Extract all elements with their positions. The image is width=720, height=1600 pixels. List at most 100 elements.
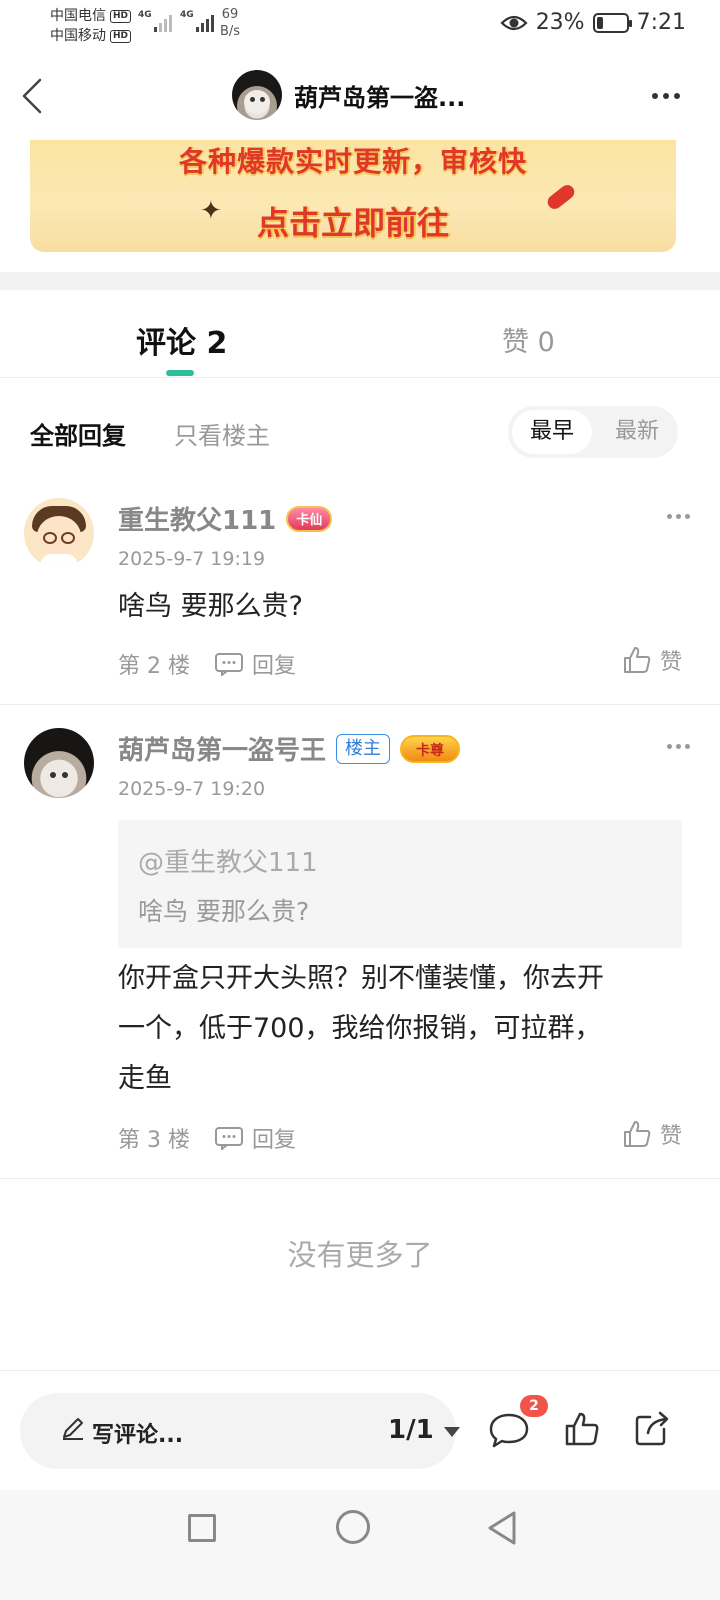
nav-back-button[interactable] bbox=[486, 1510, 518, 1546]
home-button[interactable] bbox=[336, 1510, 370, 1544]
write-comment-input[interactable]: 写评论... 1/1 bbox=[20, 1393, 460, 1469]
caret-down-icon[interactable] bbox=[444, 1427, 460, 1437]
tab-bar: 评论 2 赞 0 bbox=[0, 290, 720, 378]
comment-item: 重生教父111 卡仙 2025-9-7 19:19 啥鸟 要那么贵? 第 2 楼… bbox=[0, 498, 720, 704]
more-dot-icon bbox=[674, 93, 680, 99]
comment-count-badge: 2 bbox=[520, 1395, 548, 1417]
reply-button[interactable]: 回复 bbox=[214, 1122, 296, 1154]
more-dot-icon bbox=[685, 744, 690, 749]
signal-icon-2: 4G bbox=[180, 10, 214, 34]
eye-icon bbox=[500, 15, 528, 30]
owner-badge: 楼主 bbox=[336, 733, 391, 764]
sort-toggle: 最早 最新 bbox=[508, 406, 678, 458]
comment-text-line: 一个，低于700，我给你报销，可拉群， bbox=[118, 1013, 602, 1044]
like-button[interactable]: 赞 bbox=[622, 1118, 682, 1150]
banner-cta[interactable]: 点击立即前往 bbox=[30, 198, 676, 244]
comment-bubble-icon[interactable] bbox=[488, 1411, 530, 1451]
more-dot-icon bbox=[685, 514, 690, 519]
system-nav-bar bbox=[0, 1490, 720, 1600]
sort-newest-button[interactable]: 最新 bbox=[600, 410, 674, 454]
tab-comments[interactable]: 评论 2 bbox=[136, 318, 227, 362]
quoted-reply[interactable]: @重生教父111 啥鸟 要那么贵? bbox=[118, 820, 682, 948]
comment-text-line: 你开盒只开大头照？别不懂装懂，你去开 bbox=[118, 963, 604, 994]
level-badge: 卡尊 bbox=[400, 734, 461, 763]
more-dot-icon bbox=[663, 93, 669, 99]
comment-time: 2025-9-7 19:20 bbox=[118, 778, 266, 800]
more-options-button[interactable] bbox=[652, 84, 692, 108]
header-user[interactable]: 葫芦岛第一盗... bbox=[232, 70, 465, 120]
reply-label: 回复 bbox=[251, 1128, 296, 1153]
thumbs-up-icon bbox=[623, 1121, 651, 1147]
sort-earliest-button[interactable]: 最早 bbox=[512, 410, 592, 454]
banner-headline: 各种爆款实时更新，审核快 bbox=[178, 145, 527, 178]
more-dot-icon bbox=[652, 93, 658, 99]
comment-text: 你开盒只开大头照？别不懂装懂，你去开 一个，低于700，我给你报销，可拉群， 走… bbox=[118, 954, 604, 1104]
username[interactable]: 重生教父111 bbox=[118, 500, 276, 537]
comment-time: 2025-9-7 19:19 bbox=[118, 548, 266, 570]
reply-button[interactable]: 回复 bbox=[214, 648, 296, 680]
share-icon[interactable] bbox=[634, 1409, 672, 1447]
floor-number: 第 3 楼 bbox=[118, 1128, 190, 1153]
carrier-info: 中国电信 HD 中国移动 HD bbox=[50, 6, 132, 46]
filter-all-replies[interactable]: 全部回复 bbox=[30, 416, 126, 451]
bottom-action-bar: 写评论... 1/1 2 bbox=[0, 1370, 720, 1490]
more-dot-icon bbox=[676, 514, 681, 519]
level-badge: 卡仙 bbox=[286, 505, 333, 532]
signal-icon-1: 4G bbox=[138, 10, 172, 34]
battery-fill bbox=[596, 16, 604, 29]
page-title[interactable]: 葫芦岛第一盗... bbox=[294, 78, 465, 113]
network-speed: 69 B/s bbox=[220, 6, 240, 40]
more-dot-icon bbox=[676, 744, 681, 749]
comment-item: 葫芦岛第一盗号王 楼主 卡尊 2025-9-7 19:20 @重生教父111 啥… bbox=[0, 728, 720, 1178]
page-indicator[interactable]: 1/1 bbox=[388, 1415, 434, 1445]
carrier-2: 中国移动 bbox=[50, 28, 106, 44]
divider bbox=[0, 704, 720, 705]
header-avatar[interactable] bbox=[232, 70, 282, 120]
network-type-2: 4G bbox=[180, 10, 194, 20]
filter-owner-only[interactable]: 只看楼主 bbox=[174, 416, 270, 451]
comment-more-button[interactable] bbox=[667, 744, 690, 749]
header: 葫芦岛第一盗... bbox=[0, 62, 720, 132]
avatar[interactable] bbox=[24, 498, 94, 568]
hd-badge-2: HD bbox=[110, 29, 132, 43]
floor-number: 第 2 楼 bbox=[118, 654, 190, 679]
network-type-1: 4G bbox=[138, 10, 152, 20]
more-dot-icon bbox=[667, 744, 672, 749]
status-bar: 中国电信 HD 中国移动 HD 4G 4G 69 B/s 23% 7:21 bbox=[0, 0, 720, 52]
tab-active-indicator bbox=[166, 370, 194, 376]
comment-more-button[interactable] bbox=[667, 514, 690, 519]
clock: 7:21 bbox=[636, 10, 686, 35]
promo-banner[interactable]: 各种爆款实时更新，审核快 ✦ 点击立即前往 bbox=[30, 140, 676, 252]
thumbs-up-icon bbox=[623, 647, 651, 673]
no-more-text: 没有更多了 bbox=[287, 1238, 433, 1272]
quoted-text: 啥鸟 要那么贵? bbox=[138, 897, 310, 926]
battery-percent: 23% bbox=[535, 10, 585, 35]
section-divider bbox=[0, 272, 720, 290]
comment-icon bbox=[214, 1127, 243, 1150]
carrier-1: 中国电信 bbox=[50, 8, 106, 24]
speed-value: 69 bbox=[221, 7, 239, 22]
battery-icon bbox=[592, 12, 632, 33]
recent-apps-button[interactable] bbox=[188, 1514, 216, 1542]
hd-badge-1: HD bbox=[110, 9, 132, 23]
reply-filters: 全部回复 只看楼主 最早 最新 bbox=[0, 400, 720, 464]
thumbs-up-icon[interactable] bbox=[564, 1411, 600, 1447]
like-label: 赞 bbox=[659, 1124, 682, 1149]
like-button[interactable]: 赞 bbox=[622, 644, 682, 676]
like-label: 赞 bbox=[659, 650, 682, 675]
more-dot-icon bbox=[667, 514, 672, 519]
divider bbox=[0, 1178, 720, 1179]
comment-text-line: 走鱼 bbox=[118, 1063, 172, 1094]
username[interactable]: 葫芦岛第一盗号王 bbox=[118, 730, 326, 767]
pencil-icon bbox=[63, 1418, 83, 1440]
avatar[interactable] bbox=[24, 728, 94, 798]
comment-icon bbox=[214, 653, 243, 676]
back-button[interactable] bbox=[14, 74, 54, 118]
speed-unit: B/s bbox=[220, 24, 241, 39]
chevron-left-icon bbox=[22, 78, 42, 114]
quoted-user: @重生教父111 bbox=[138, 848, 318, 878]
tab-likes[interactable]: 赞 0 bbox=[502, 320, 555, 359]
reply-label: 回复 bbox=[251, 654, 296, 679]
comment-text: 啥鸟 要那么贵? bbox=[118, 591, 303, 622]
write-comment-label: 写评论... bbox=[92, 1423, 184, 1448]
